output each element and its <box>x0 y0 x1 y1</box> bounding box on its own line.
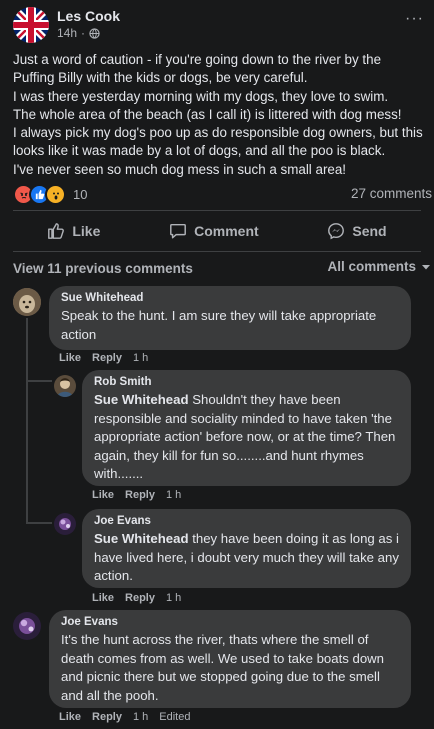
profile-photo-icon <box>54 375 76 397</box>
comment-bubble: Rob Smith Sue Whitehead Shouldn't they h… <box>82 370 411 486</box>
comment-filter-label: All comments <box>327 259 416 274</box>
comment-bubble: Joe Evans It's the hunt across the river… <box>49 610 411 708</box>
thread-branch <box>26 380 52 382</box>
post-body-line: I always pick my dog's poo up as do resp… <box>13 125 423 159</box>
commenter-name[interactable]: Rob Smith <box>94 376 399 388</box>
thread-line <box>26 318 28 516</box>
comment-like-button[interactable]: Like <box>92 489 114 501</box>
comment-text: It's the hunt across the river, thats wh… <box>61 632 385 703</box>
comment-text: Speak to the hunt. I am sure they will t… <box>61 308 377 342</box>
author-avatar[interactable] <box>13 7 49 43</box>
send-button-label: Send <box>352 223 387 239</box>
comment-reply-button[interactable]: Reply <box>92 352 122 364</box>
post-meta: 14h · <box>57 26 100 40</box>
commenter-name[interactable]: Joe Evans <box>94 515 399 527</box>
reactions-count: 10 <box>73 187 88 202</box>
reactions-summary[interactable]: 10 <box>13 184 87 205</box>
commenter-avatar[interactable] <box>54 375 76 397</box>
comment-bubble: Sue Whitehead Speak to the hunt. I am su… <box>49 286 411 350</box>
divider <box>13 251 421 252</box>
send-button[interactable]: Send <box>327 222 387 240</box>
post-body-line: I was there yesterday morning with my do… <box>13 88 389 104</box>
comment-time[interactable]: 1 h <box>133 711 148 723</box>
comment-button[interactable]: Comment <box>169 222 259 240</box>
post-time[interactable]: 14h <box>57 26 77 40</box>
like-button-label: Like <box>72 223 101 239</box>
messenger-icon <box>328 223 345 240</box>
profile-photo-icon <box>13 612 41 640</box>
edited-label[interactable]: Edited <box>159 711 190 723</box>
commenter-avatar[interactable] <box>13 288 41 316</box>
comment-actions: Like Reply 1 h <box>59 352 148 364</box>
comment-reply-button[interactable]: Reply <box>92 711 122 723</box>
mention-link[interactable]: Sue Whitehead <box>94 392 189 407</box>
thread-branch <box>26 522 52 524</box>
mention-link[interactable]: Sue Whitehead <box>94 531 189 546</box>
comment-reply-button[interactable]: Reply <box>125 592 155 604</box>
comment-text: Sue Whitehead Shouldn't they have been r… <box>94 391 399 484</box>
globe-icon <box>89 27 100 39</box>
wow-reaction-icon <box>45 184 66 205</box>
post-author-name[interactable]: Les Cook <box>57 8 120 24</box>
comment-filter-dropdown[interactable]: All comments <box>327 259 431 274</box>
comments-count-link[interactable]: 27 comments <box>351 186 432 201</box>
comment-button-label: Comment <box>194 223 259 239</box>
commenter-avatar[interactable] <box>54 513 76 535</box>
commenter-name[interactable]: Sue Whitehead <box>61 292 399 304</box>
comment-actions: Like Reply 1 h <box>92 592 181 604</box>
union-jack-flag-icon <box>13 7 49 43</box>
post-body-line: The whole area of the beach (as I call i… <box>13 106 402 122</box>
comment-like-button[interactable]: Like <box>92 592 114 604</box>
comment-bubble: Joe Evans Sue Whitehead they have been d… <box>82 509 411 588</box>
post-body-line: Just a word of caution - if you're going… <box>13 52 382 86</box>
comment-bubble-icon <box>170 223 187 239</box>
post-body-line: I've never seen so much dog mess in such… <box>13 161 347 177</box>
comment-like-button[interactable]: Like <box>59 711 81 723</box>
post-actions-bar: Like Comment Send <box>13 217 421 245</box>
divider <box>13 210 421 211</box>
comment-time[interactable]: 1 h <box>166 592 181 604</box>
caret-down-icon <box>422 264 430 269</box>
comment-actions: Like Reply 1 h <box>92 489 181 501</box>
comment-time[interactable]: 1 h <box>133 352 148 364</box>
post-body: Just a word of caution - if you're going… <box>13 51 425 179</box>
comment-reply-button[interactable]: Reply <box>125 489 155 501</box>
comment-text: Sue Whitehead they have been doing it as… <box>94 530 399 586</box>
commenter-name[interactable]: Joe Evans <box>61 616 399 628</box>
comment-time[interactable]: 1 h <box>166 489 181 501</box>
view-previous-comments-link[interactable]: View 11 previous comments <box>13 261 193 276</box>
thumbs-up-icon <box>48 223 65 239</box>
commenter-avatar[interactable] <box>13 612 41 640</box>
meta-separator: · <box>81 26 86 40</box>
dog-photo-icon <box>13 288 41 316</box>
like-button[interactable]: Like <box>47 222 100 240</box>
comment-actions: Like Reply 1 h Edited <box>59 711 190 723</box>
more-options-icon[interactable]: ··· <box>405 10 424 28</box>
profile-photo-icon <box>54 513 76 535</box>
comment-like-button[interactable]: Like <box>59 352 81 364</box>
